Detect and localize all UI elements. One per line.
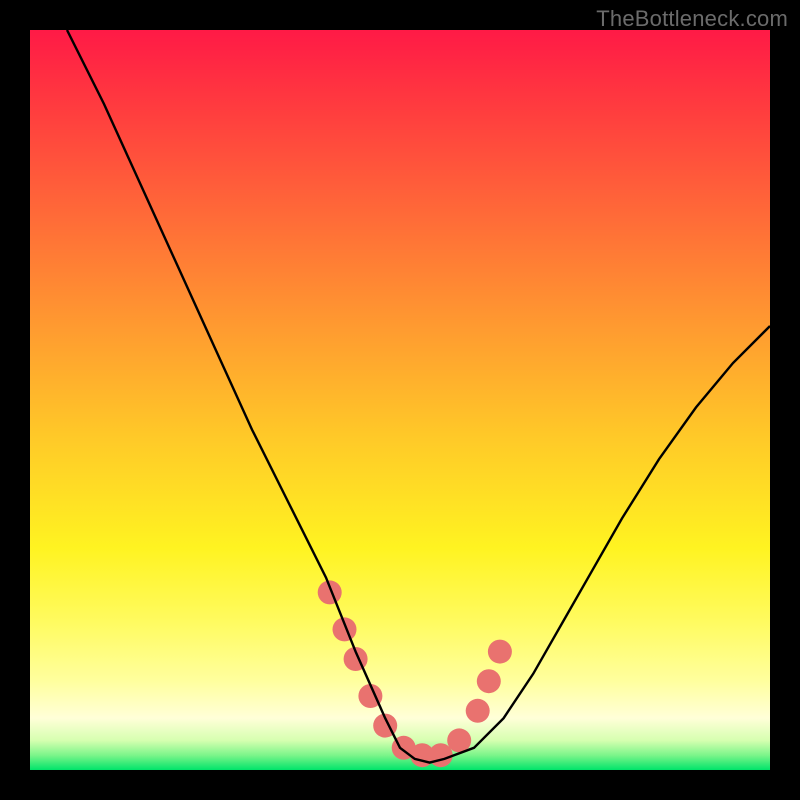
watermark-label: TheBottleneck.com: [596, 6, 788, 32]
marker-dot: [447, 728, 471, 752]
marker-dot: [477, 669, 501, 693]
marker-dot: [488, 640, 512, 664]
bottleneck-chart: [30, 30, 770, 770]
bottleneck-curve: [67, 30, 770, 763]
marker-dot: [466, 699, 490, 723]
